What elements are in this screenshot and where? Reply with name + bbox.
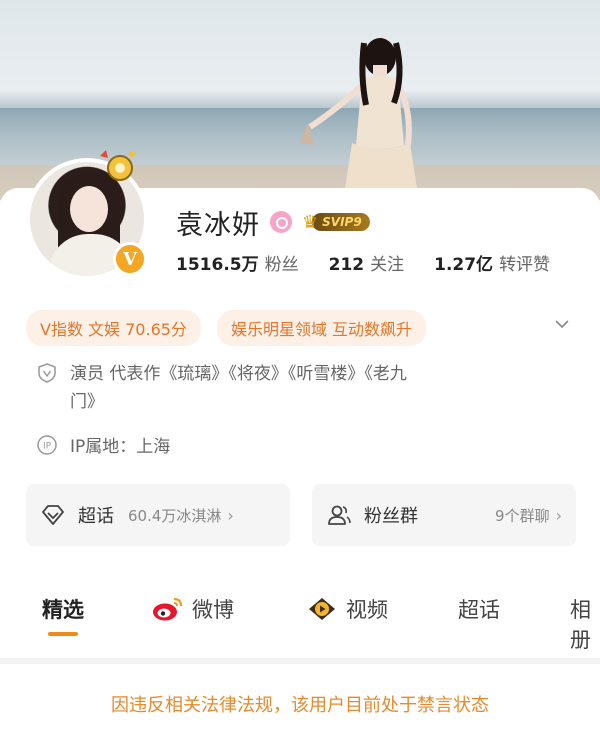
super-topic-button[interactable]: 超话 60.4万冰淇淋 › bbox=[26, 484, 290, 546]
tab-label: 微博 bbox=[192, 598, 234, 622]
profile-bio-row: 演员 代表作《琉璃》《将夜》《听雪楼》《老九 门》 bbox=[36, 360, 556, 416]
member-badge-icon[interactable] bbox=[270, 211, 292, 233]
ip-location-text: IP属地：上海 bbox=[70, 437, 171, 457]
ban-notice: 因违反相关法律法规，该用户目前处于禁言状态 bbox=[0, 664, 600, 743]
weibo-logo-icon bbox=[153, 597, 183, 621]
people-icon bbox=[328, 505, 351, 525]
ip-location-row: IP IP属地：上海 bbox=[36, 432, 170, 457]
svip-badge[interactable]: ♛ SVIP9 bbox=[302, 211, 370, 233]
name-row: 袁冰妍 ♛ SVIP9 bbox=[176, 204, 370, 241]
ban-notice-text: 因违反相关法律法规，该用户目前处于禁言状态 bbox=[111, 694, 489, 716]
shield-v-icon bbox=[38, 363, 56, 383]
bio-line: 演员 代表作《琉璃》《将夜》《听雪楼》《老九 bbox=[70, 364, 407, 384]
stat-value: 212 bbox=[328, 255, 365, 275]
cover-person-figure bbox=[300, 38, 418, 195]
active-tab-indicator bbox=[48, 632, 78, 636]
profile-bio-text: 演员 代表作《琉璃》《将夜》《听雪楼》《老九 门》 bbox=[70, 360, 407, 416]
stat-followers[interactable]: 1516.5万 粉丝 bbox=[176, 250, 299, 275]
profile-name: 袁冰妍 bbox=[176, 209, 260, 241]
fan-group-count: 9个群聊 bbox=[495, 506, 550, 525]
verified-badge-icon: V bbox=[113, 242, 147, 276]
profile-tabs: 精选 微博 视频 超话 相册 bbox=[0, 584, 600, 652]
bio-line: 门》 bbox=[70, 392, 104, 412]
fan-group-button[interactable]: 粉丝群 9个群聊 › bbox=[312, 484, 576, 546]
super-topic-sub: 60.4万冰淇淋 › bbox=[128, 505, 234, 526]
tab-weibo[interactable]: 微博 bbox=[152, 594, 234, 624]
diamond-icon bbox=[42, 505, 64, 525]
super-topic-title: 超话 bbox=[78, 506, 114, 527]
stat-following[interactable]: 212 关注 bbox=[329, 250, 405, 275]
chevron-right-icon: › bbox=[555, 505, 562, 525]
tab-featured[interactable]: 精选 bbox=[42, 594, 84, 624]
video-play-icon bbox=[309, 598, 335, 620]
avatar-face bbox=[70, 186, 108, 232]
tab-video[interactable]: 视频 bbox=[306, 594, 388, 624]
fan-group-sub: 9个群聊 › bbox=[495, 505, 562, 526]
stat-value: 1516.5万 bbox=[176, 255, 259, 275]
fan-group-title: 粉丝群 bbox=[364, 506, 418, 527]
chevron-right-icon: › bbox=[227, 505, 234, 525]
super-topic-count: 60.4万冰淇淋 bbox=[128, 506, 222, 525]
chevron-down-icon[interactable] bbox=[554, 316, 570, 332]
avatar-decoration-icon bbox=[100, 150, 135, 181]
crown-icon: ♛ bbox=[302, 211, 319, 233]
tab-album[interactable]: 相册 bbox=[570, 594, 600, 654]
stat-label: 转评赞 bbox=[499, 255, 551, 275]
profile-stats: 1516.5万 粉丝 212 关注 1.27亿 转评赞 bbox=[176, 250, 580, 275]
profile-tags: V指数 文娱 70.65分 娱乐明星领域 互动数飙升 bbox=[26, 310, 582, 346]
tag-domain[interactable]: 娱乐明星领域 互动数飙升 bbox=[216, 310, 427, 346]
tag-v-index[interactable]: V指数 文娱 70.65分 bbox=[26, 310, 201, 346]
stat-label: 粉丝 bbox=[264, 255, 299, 275]
svip-label: SVIP9 bbox=[312, 213, 370, 231]
ip-location-icon: IP bbox=[37, 435, 57, 455]
tab-super-topic[interactable]: 超话 bbox=[458, 594, 500, 624]
svg-text:IP: IP bbox=[43, 442, 52, 452]
stat-label: 关注 bbox=[370, 255, 405, 275]
stat-interactions[interactable]: 1.27亿 转评赞 bbox=[434, 250, 550, 275]
stat-value: 1.27亿 bbox=[434, 255, 494, 275]
tab-label: 视频 bbox=[346, 598, 388, 622]
